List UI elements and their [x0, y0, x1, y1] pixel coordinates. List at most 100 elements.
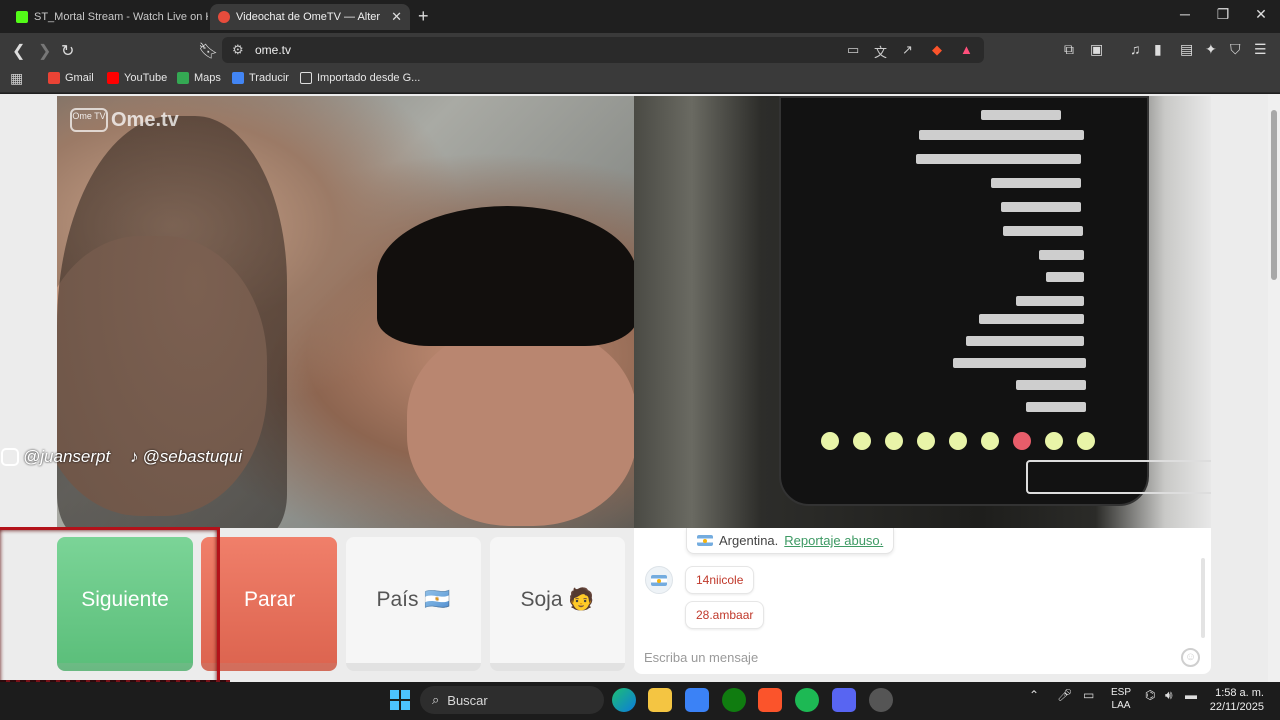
gmail-icon	[48, 72, 60, 84]
url-bar[interactable]: ⚙︎ ome.tv ▭ 文 ↗ ◆ ▲	[222, 37, 984, 63]
bookmark-gmail[interactable]: Gmail	[48, 72, 94, 84]
taskbar-search[interactable]: ⌕ Buscar	[420, 686, 604, 714]
bookmark-youtube[interactable]: YouTube	[107, 72, 167, 84]
bookmark-label: Maps	[194, 72, 221, 84]
brave-icon[interactable]	[758, 688, 782, 712]
chat-message: 28.ambaar	[685, 601, 765, 629]
video-person	[407, 326, 634, 526]
stream-overlay-frame	[0, 527, 220, 695]
page-scrollbar-thumb[interactable]	[1271, 110, 1277, 280]
close-window-button[interactable]: ✕	[1242, 6, 1280, 23]
reload-button[interactable]: ↻	[61, 41, 74, 61]
system-clock[interactable]: 1:58 a. m. 22/11/2025	[1206, 686, 1264, 714]
search-label: Buscar	[447, 692, 488, 708]
edge-icon[interactable]	[612, 688, 636, 712]
windows-start-icon[interactable]	[390, 690, 410, 710]
menu-icon[interactable]: ☰	[1254, 41, 1267, 58]
address-toolbar: ❮ ❯ ↻ 🔖︎ ⚙︎ ome.tv ▭ 文 ↗ ◆ ▲ ⧉ ▣ ♫ ▮ ▤ ✦…	[0, 33, 1280, 67]
search-icon: ⌕	[432, 692, 440, 707]
translate-icon	[232, 72, 244, 84]
emoji-icon[interactable]: ☺	[1181, 648, 1200, 667]
language-code: ESP	[1110, 687, 1131, 698]
leo-ai-icon[interactable]: ✦	[1205, 41, 1217, 58]
folder-icon	[300, 72, 312, 84]
bookmark-label: Gmail	[65, 72, 94, 84]
tab-kick[interactable]: ST_Mortal Stream - Watch Live on Ki	[8, 4, 208, 30]
discord-icon[interactable]	[832, 688, 856, 712]
bookmark-label: Traducir	[249, 72, 289, 84]
xbox-icon[interactable]	[722, 688, 746, 712]
store-icon[interactable]	[685, 688, 709, 712]
sidebar-icon[interactable]: ▮	[1154, 41, 1162, 58]
chat-scrollbar[interactable]	[1201, 558, 1205, 638]
remote-video	[634, 96, 1211, 528]
ometv-logo: Ome TV Ome.tv	[70, 108, 179, 132]
bookmark-maps[interactable]: Maps	[177, 72, 221, 84]
volume-icon[interactable]: 🔊︎	[1165, 688, 1173, 703]
instagram-handle: @juanserpt	[1, 447, 110, 467]
screenshot-icon[interactable]: ▣	[1090, 41, 1103, 58]
gender-filter-button[interactable]: Soja 🧑	[490, 537, 625, 671]
tab-bar: ST_Mortal Stream - Watch Live on Ki Vide…	[0, 0, 1280, 33]
ometv-favicon-icon	[218, 11, 230, 23]
url-text: ome.tv	[255, 43, 292, 57]
cast-icon[interactable]: ▭	[847, 42, 859, 58]
microphone-icon[interactable]: 🎤︎	[1057, 688, 1072, 702]
bookmark-label: Importado desde G...	[317, 72, 421, 84]
video-person	[377, 206, 634, 346]
translate-icon[interactable]: 文	[874, 42, 887, 61]
language-indicator[interactable]: ESP LAA	[1110, 686, 1132, 712]
media-icon[interactable]: ♫	[1130, 41, 1141, 57]
country-filter-button[interactable]: País 🇦🇷	[346, 537, 481, 671]
vpn-icon[interactable]: ⛉	[1230, 41, 1241, 58]
bookmark-label: YouTube	[124, 72, 168, 84]
network-icon[interactable]: ⌬	[1145, 688, 1155, 702]
file-explorer-icon[interactable]	[648, 688, 672, 712]
tray-chevron-icon[interactable]: ⌃	[1029, 688, 1039, 702]
tab-label: Videochat de OmeTV — Alter	[236, 11, 381, 23]
tab-ometv[interactable]: Videochat de OmeTV — Alter ✕	[210, 4, 410, 30]
spotify-icon[interactable]	[795, 688, 819, 712]
tab-label: ST_Mortal Stream - Watch Live on Ki	[34, 11, 208, 23]
close-tab-icon[interactable]: ✕	[391, 9, 402, 25]
tiktok-handle-text: @sebastuqui	[142, 447, 243, 466]
logo-text: Ome.tv	[111, 108, 179, 131]
logo-tv-text: Ome TV	[70, 108, 108, 132]
clock-date: 22/11/2025	[1209, 701, 1264, 713]
forward-button[interactable]: ❯	[38, 41, 51, 61]
obs-icon[interactable]	[869, 688, 893, 712]
brave-shields-icon[interactable]: ◆	[932, 42, 942, 58]
bookmarks-bar: ▦ Gmail YouTube Maps Traducir Importado …	[0, 67, 1280, 93]
site-settings-icon[interactable]: ⚙︎	[232, 42, 244, 58]
chat-message: 14niicole	[685, 566, 755, 594]
new-tab-button[interactable]: +	[418, 6, 429, 27]
brave-rewards-icon[interactable]: ▲	[960, 42, 973, 57]
tiktok-handle: ♪ @sebastuqui	[130, 447, 242, 467]
minimize-button[interactable]: ─	[1166, 6, 1204, 22]
partner-avatar	[645, 566, 673, 594]
bookmark-imported-folder[interactable]: Importado desde G...	[300, 72, 420, 84]
share-icon[interactable]: ↗	[902, 42, 913, 58]
apps-grid-icon[interactable]: ▦	[10, 70, 23, 87]
report-abuse-link[interactable]: Reportaje abuso.	[784, 533, 883, 548]
battery-icon[interactable]: ▬	[1185, 688, 1197, 702]
youtube-icon	[107, 72, 119, 84]
kick-favicon-icon	[16, 11, 28, 23]
tiktok-icon: ♪	[130, 447, 139, 466]
country-text: Argentina.	[719, 533, 779, 548]
bookmark-traducir[interactable]: Traducir	[232, 72, 289, 84]
clock-time: 1:58 a. m.	[1215, 687, 1264, 699]
back-button[interactable]: ❮	[12, 41, 25, 61]
stop-button[interactable]: Parar	[201, 537, 337, 671]
bookmark-icon[interactable]: 🔖︎	[198, 41, 218, 61]
video-phone	[779, 96, 1211, 506]
display-icon[interactable]: ▭	[1083, 688, 1094, 702]
extensions-icon[interactable]: ⧉	[1064, 41, 1074, 58]
argentina-flag-icon	[651, 574, 667, 586]
maximize-button[interactable]: ❐	[1204, 6, 1242, 23]
argentina-flag-icon	[697, 535, 713, 546]
maps-icon	[177, 72, 189, 84]
wallet-icon[interactable]: ▤	[1180, 41, 1193, 58]
instagram-handle-text: @juanserpt	[23, 447, 111, 466]
chat-message-input[interactable]: Escriba un mensaje	[644, 650, 758, 665]
